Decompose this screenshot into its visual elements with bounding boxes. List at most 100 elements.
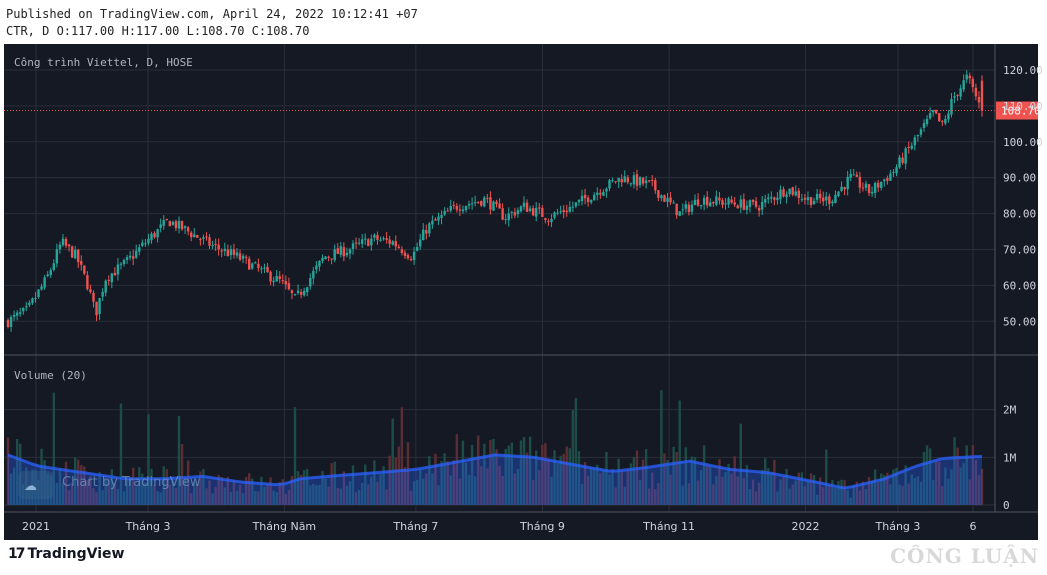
candle-body — [873, 183, 877, 193]
candle-body — [309, 278, 312, 287]
candle-body — [757, 207, 761, 211]
candle-body — [40, 286, 43, 290]
time-tick-label: Tháng Năm — [252, 520, 317, 533]
candle-body — [553, 212, 556, 218]
candle-body — [605, 188, 608, 192]
candle-body — [904, 148, 907, 164]
volume-tick-label: 2M — [1003, 404, 1017, 417]
candle-body — [449, 206, 452, 211]
candle-body — [794, 191, 797, 196]
candle-body — [617, 177, 620, 182]
candle-body — [702, 197, 706, 205]
candle-body — [25, 306, 28, 308]
candle-body — [712, 201, 715, 204]
candle-body — [678, 211, 681, 216]
candle-body — [15, 312, 19, 316]
candle-body — [119, 263, 123, 265]
time-tick-label: Tháng 11 — [642, 520, 695, 533]
candle-body — [324, 256, 327, 260]
candle-body — [339, 246, 343, 255]
candle-body — [980, 80, 984, 111]
candle-body — [635, 174, 639, 186]
volume-tick-label: 0 — [1003, 499, 1010, 512]
candle-body — [205, 236, 208, 238]
candle-body — [675, 203, 678, 216]
price-tick-label: 50.00 — [1003, 315, 1036, 328]
candle-body — [226, 249, 230, 257]
candle-body — [492, 201, 495, 211]
candle-body — [177, 220, 181, 229]
candle-body — [409, 258, 413, 261]
candle-body — [519, 206, 523, 212]
candle-body — [425, 230, 428, 234]
candle-body — [235, 252, 239, 256]
candle-body — [211, 245, 214, 247]
candle-body — [733, 202, 736, 205]
candle-body — [947, 113, 950, 120]
candle-body — [727, 198, 730, 205]
candle-body — [443, 210, 446, 215]
candle-body — [461, 209, 465, 212]
tradingview-chart[interactable]: 108.70 120.00110.00100.0090.0080.0070.00… — [0, 0, 1047, 540]
candle-body — [803, 198, 807, 200]
candle-body — [138, 247, 141, 252]
candle-body — [107, 279, 110, 281]
candle-body — [364, 238, 367, 240]
candle-body — [473, 202, 477, 204]
candle-body — [284, 281, 288, 285]
candle-body — [693, 199, 697, 206]
price-tick-label: 120.00 — [1003, 64, 1043, 77]
candle-body — [312, 270, 315, 279]
candle-body — [67, 244, 71, 247]
candle-body — [321, 258, 324, 261]
candle-body — [681, 209, 684, 211]
candle-body — [394, 241, 397, 247]
candle-body — [660, 195, 663, 199]
candle-body — [385, 238, 388, 240]
candle-body — [831, 201, 834, 204]
candle-body — [470, 203, 474, 205]
candle-body — [626, 177, 630, 183]
candle-body — [58, 244, 62, 250]
price-tick-label: 90.00 — [1003, 172, 1036, 185]
candle-body — [574, 202, 578, 207]
tradingview-logo[interactable]: 17 TradingView — [8, 546, 124, 562]
candle-body — [287, 283, 291, 290]
candle-body — [86, 275, 89, 290]
candle-body — [791, 187, 794, 195]
candle-body — [382, 238, 385, 240]
candle-body — [608, 179, 611, 189]
candle-body — [345, 252, 349, 256]
candle-body — [638, 177, 642, 186]
candle-body — [593, 194, 596, 201]
candle-body — [214, 244, 217, 246]
candle-body — [968, 75, 971, 79]
candle-body — [895, 167, 898, 174]
candle-body — [965, 74, 968, 80]
candle-body — [306, 287, 309, 293]
candle-body — [687, 204, 691, 213]
candle-body — [528, 208, 532, 211]
candle-body — [962, 80, 965, 90]
candle-body — [168, 221, 172, 227]
candle-body — [171, 221, 175, 225]
candle-body — [437, 216, 440, 221]
candle-body — [455, 205, 459, 210]
candle-body — [257, 263, 260, 268]
candle-body — [388, 239, 391, 244]
candle-body — [9, 316, 13, 327]
candle-body — [467, 203, 471, 206]
candle-body — [623, 176, 626, 183]
candle-body — [263, 267, 266, 269]
candle-body — [296, 290, 300, 294]
candle-body — [418, 239, 422, 247]
candle-body — [754, 201, 758, 207]
candle-body — [880, 182, 883, 188]
candle-body — [690, 204, 694, 212]
candle-body — [415, 247, 419, 251]
candle-body — [977, 96, 981, 103]
candle-body — [538, 207, 541, 209]
candle-body — [83, 265, 86, 274]
candle-body — [788, 188, 791, 194]
candle-body — [483, 197, 486, 207]
